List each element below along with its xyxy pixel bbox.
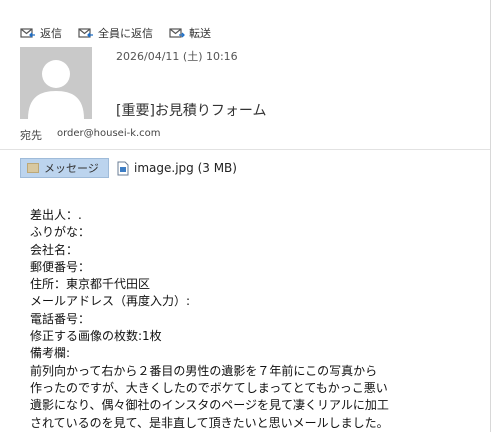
body-line: 住所：東京都千代田区 [30,277,151,292]
sent-date: 2026/04/11 (土) 10:16 [116,50,238,63]
body-line: されているのを見て、是非直して頂きたいと思いメールしました。 [30,415,389,430]
body-line: メールアドレス（再度入力）: [30,294,191,309]
body-line: 差出人：. [30,208,82,222]
email-reading-pane: 返信 全員に返信 転送 2026/04/11 (土) 10:16 [重要]お見積… [0,0,491,432]
header-divider [0,149,490,150]
reply-button[interactable]: 返信 [20,25,62,41]
action-toolbar: 返信 全員に返信 転送 [20,24,227,42]
reply-all-icon [78,28,93,38]
body-line: 修正する画像の枚数:1枚 [30,329,162,344]
body-line: 郵便番号： [30,259,91,274]
to-address[interactable]: order@housei-k.com [57,128,161,139]
body-line: 会社名： [30,242,79,257]
to-label: 宛先 [20,129,42,142]
message-icon [27,163,39,173]
message-body: 差出人：. ふりがな： 会社名： 郵便番号： 住所：東京都千代田区 メールアドレ… [30,207,470,432]
attachment-item[interactable]: image.jpg (3 MB) [117,158,237,178]
image-file-icon [117,161,129,175]
forward-label: 転送 [189,27,211,40]
body-line: 備考欄: [30,346,71,361]
reply-icon [20,28,35,38]
body-line: 作ったのですが、大きくしたのでボケてしまってとてもかっこ悪い [30,380,388,395]
person-icon [28,60,84,119]
tab-message-label: メッセージ [44,162,99,175]
forward-icon [169,28,185,38]
body-line: 前列向かって右から２番目の男性の遺影を７年前にこの写真から [30,363,378,378]
avatar [20,47,92,119]
reply-label: 返信 [40,27,62,40]
reply-all-button[interactable]: 全員に返信 [78,25,153,41]
forward-button[interactable]: 転送 [169,25,211,41]
body-line: ふりがな： [30,225,91,240]
reply-all-label: 全員に返信 [98,27,153,40]
body-line: 遺影になり、偶々御社のインスタのページを見て凄くリアルに加工 [30,398,389,413]
body-line: 電話番号： [30,311,91,326]
tab-message[interactable]: メッセージ [20,158,109,178]
email-subject: [重要]お見積りフォーム [116,103,267,119]
attachment-label: image.jpg (3 MB) [134,161,237,175]
